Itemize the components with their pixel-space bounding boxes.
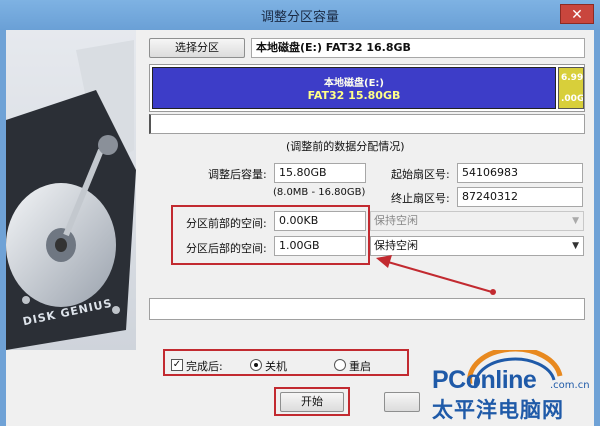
new-capacity-label: 调整后容量:	[208, 168, 267, 181]
chevron-down-icon: ▼	[572, 216, 579, 226]
disk-genius-artwork: DISK GENIUS	[6, 30, 136, 350]
annotation-box-completion	[163, 349, 409, 376]
window-title: 调整分区容量	[260, 10, 339, 25]
free-space-label-bottom: .00G	[561, 94, 584, 104]
partition-block-label: 本地磁盘(E:)	[324, 78, 384, 89]
space-after-mode-value: 保持空闲	[374, 239, 418, 252]
resize-slider-track[interactable]	[149, 114, 585, 134]
free-space-label-top: 6.99	[561, 73, 584, 83]
close-button[interactable]: ✕	[560, 4, 594, 24]
annotation-box-space-fields	[171, 205, 370, 265]
pconline-watermark: PConline .com.cn 太平洋电脑网	[410, 350, 600, 426]
free-space-block[interactable]: 6.99 .00G	[558, 67, 584, 109]
end-sector-label: 终止扇区号:	[391, 192, 450, 205]
partition-block-e[interactable]: 本地磁盘(E:) FAT32 15.80GB	[152, 67, 556, 109]
space-before-mode-select[interactable]: 保持空闲 ▼	[370, 211, 584, 231]
title-bar: 调整分区容量 ✕	[0, 0, 600, 30]
watermark-chinese: 太平洋电脑网	[432, 398, 564, 422]
watermark-brand: PConline	[432, 366, 537, 394]
hard-drive-icon	[6, 40, 136, 350]
capacity-range: (8.0MB - 16.80GB)	[273, 187, 366, 198]
start-sector-input[interactable]: 54106983	[457, 163, 583, 183]
select-partition-button[interactable]: 选择分区	[149, 38, 245, 58]
partition-block-size: FAT32 15.80GB	[307, 89, 401, 102]
watermark-domain: .com.cn	[550, 380, 590, 391]
end-sector-input[interactable]: 87240312	[457, 187, 583, 207]
space-before-mode-value: 保持空闲	[374, 214, 418, 227]
section-title: (调整前的数据分配情况)	[286, 140, 405, 153]
start-sector-label: 起始扇区号:	[391, 168, 450, 181]
annotation-box-start	[274, 387, 350, 416]
operation-progress-bar	[149, 298, 585, 320]
new-capacity-input[interactable]: 15.80GB	[274, 163, 366, 183]
space-after-mode-select[interactable]: 保持空闲 ▼	[370, 236, 584, 256]
disk-map: 本地磁盘(E:) FAT32 15.80GB 6.99 .00G	[149, 64, 585, 112]
selected-partition-info: 本地磁盘(E:) FAT32 16.8GB	[251, 38, 585, 58]
chevron-down-icon: ▼	[572, 241, 579, 251]
